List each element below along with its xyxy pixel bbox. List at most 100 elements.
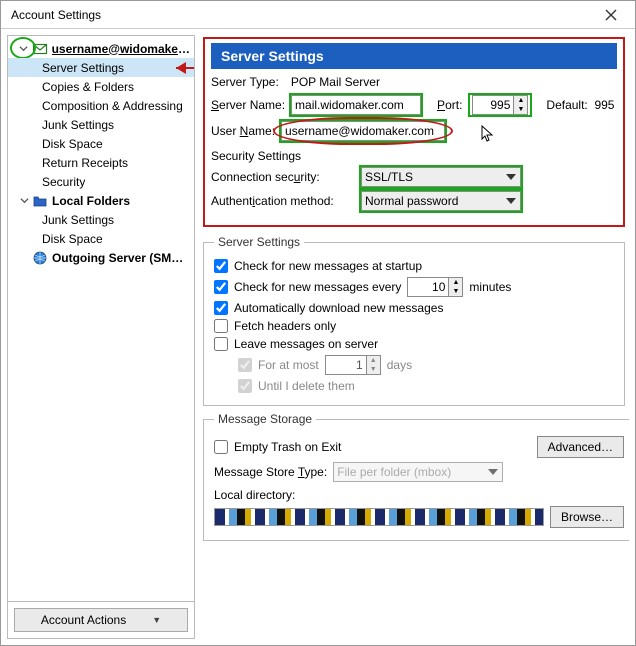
- cursor-icon: [481, 125, 495, 143]
- fetch-headers-row: Fetch headers only: [214, 319, 614, 333]
- until-delete-checkbox: [238, 379, 252, 393]
- chevron-down-icon[interactable]: [18, 196, 30, 205]
- server-type-row: Server Type: POP Mail Server: [211, 75, 617, 89]
- account-tree[interactable]: username@widomaker.... Server Settings C…: [8, 36, 194, 601]
- port-input[interactable]: [472, 95, 514, 115]
- for-at-most-spinner: ▲▼: [367, 355, 381, 375]
- message-storage-group: Message Storage Empty Trash on Exit Adva…: [203, 412, 629, 541]
- sidebar-item-composition[interactable]: Composition & Addressing: [8, 96, 194, 115]
- connection-security-label: Connection security:: [211, 170, 355, 184]
- check-every-suffix: minutes: [469, 280, 511, 294]
- local-dir-label: Local directory:: [214, 488, 624, 502]
- auth-method-select[interactable]: Normal password: [361, 191, 521, 211]
- port-spinner[interactable]: ▲▼: [514, 95, 528, 115]
- sidebar-item-security[interactable]: Security: [8, 172, 194, 191]
- spin-up-icon[interactable]: ▲: [449, 278, 462, 287]
- message-storage-legend: Message Storage: [214, 412, 316, 426]
- check-startup-label: Check for new messages at startup: [234, 259, 422, 273]
- user-name-input[interactable]: [281, 121, 445, 141]
- for-at-most-suffix: days: [387, 358, 412, 372]
- titlebar: Account Settings: [1, 1, 635, 29]
- dropdown-icon: ▼: [152, 615, 161, 625]
- port-highlight: ▲▼: [468, 93, 532, 117]
- sidebar-item-copies-folders[interactable]: Copies & Folders: [8, 77, 194, 96]
- empty-trash-checkbox[interactable]: [214, 440, 228, 454]
- until-delete-label: Until I delete them: [258, 379, 355, 393]
- settings-content: Server Settings Server Type: POP Mail Se…: [201, 35, 629, 639]
- annotation-arrow: [166, 60, 194, 76]
- for-at-most-checkbox: [238, 358, 252, 372]
- security-settings-heading: Security Settings: [211, 149, 617, 163]
- server-name-input[interactable]: [291, 95, 421, 115]
- account-name-label: username@widomaker....: [52, 42, 190, 56]
- globe-icon: [32, 250, 48, 266]
- auto-download-row: Automatically download new messages: [214, 301, 614, 315]
- spin-down-icon[interactable]: ▼: [449, 287, 462, 296]
- for-at-most-row: For at most ▲▼ days: [238, 355, 614, 375]
- account-tree-sidebar: username@widomaker.... Server Settings C…: [7, 35, 195, 639]
- server-type-value: POP Mail Server: [291, 75, 380, 89]
- check-every-input[interactable]: [407, 277, 449, 297]
- port-default-label: Default: 995: [546, 98, 614, 112]
- local-directory-input[interactable]: [214, 508, 544, 526]
- auth-method-label: Authentication method:: [211, 194, 355, 208]
- sidebar-item-return-receipts[interactable]: Return Receipts: [8, 153, 194, 172]
- advanced-button[interactable]: Advanced…: [537, 436, 624, 458]
- leave-on-server-checkbox[interactable]: [214, 337, 228, 351]
- check-startup-checkbox[interactable]: [214, 259, 228, 273]
- spin-up-icon[interactable]: ▲: [514, 96, 527, 105]
- check-every-checkbox[interactable]: [214, 280, 228, 294]
- store-type-select: File per folder (mbox): [333, 462, 503, 482]
- browse-button[interactable]: Browse…: [550, 506, 624, 528]
- spin-down-icon: ▼: [367, 365, 380, 374]
- chevron-down-icon[interactable]: [18, 44, 30, 53]
- store-type-row: Message Store Type: File per folder (mbo…: [214, 462, 624, 482]
- page-title: Server Settings: [211, 43, 617, 69]
- sidebar-item-lf-junk[interactable]: Junk Settings: [8, 210, 194, 229]
- leave-on-server-row: Leave messages on server: [214, 337, 614, 351]
- local-dir-row: Browse…: [214, 506, 624, 528]
- empty-trash-label: Empty Trash on Exit: [234, 440, 341, 454]
- connection-security-select[interactable]: SSL/TLS: [361, 167, 521, 187]
- auth-method-row: Authentication method: Normal password: [211, 191, 617, 211]
- check-every-row: Check for new messages every ▲▼ minutes: [214, 277, 614, 297]
- account-actions-bar: Account Actions ▼: [8, 601, 194, 638]
- empty-trash-row: Empty Trash on Exit Advanced…: [214, 436, 624, 458]
- sidebar-item-junk[interactable]: Junk Settings: [8, 115, 194, 134]
- server-settings-group: Server Settings Check for new messages a…: [203, 235, 625, 406]
- port-label: Port:: [437, 98, 462, 112]
- mail-account-icon: [32, 41, 48, 57]
- close-icon: [605, 9, 617, 21]
- account-settings-window: Account Settings username@widomaker.... …: [0, 0, 636, 646]
- account-actions-button[interactable]: Account Actions ▼: [14, 608, 188, 632]
- annotation-oval: [281, 121, 445, 141]
- for-at-most-label: For at most: [258, 358, 319, 372]
- tree-account-root[interactable]: username@widomaker....: [8, 39, 194, 58]
- check-every-label: Check for new messages every: [234, 280, 401, 294]
- server-settings-legend: Server Settings: [214, 235, 304, 249]
- check-startup-row: Check for new messages at startup: [214, 259, 614, 273]
- fetch-headers-label: Fetch headers only: [234, 319, 336, 333]
- close-button[interactable]: [591, 3, 631, 27]
- connection-security-row: Connection security: SSL/TLS: [211, 167, 617, 187]
- store-type-label: Message Store Type:: [214, 465, 327, 479]
- leave-on-server-label: Leave messages on server: [234, 337, 378, 351]
- fetch-headers-checkbox[interactable]: [214, 319, 228, 333]
- auto-download-checkbox[interactable]: [214, 301, 228, 315]
- account-actions-label: Account Actions: [41, 613, 126, 627]
- sidebar-item-lf-disk[interactable]: Disk Space: [8, 229, 194, 248]
- auto-download-label: Automatically download new messages: [234, 301, 443, 315]
- server-name-row: Server Name: Port: ▲▼ Default: 995: [211, 93, 617, 117]
- server-type-label: Server Type:: [211, 75, 279, 89]
- until-delete-row: Until I delete them: [238, 379, 614, 393]
- sidebar-item-server-settings[interactable]: Server Settings: [8, 58, 194, 77]
- for-at-most-input: [325, 355, 367, 375]
- check-every-spinner[interactable]: ▲▼: [449, 277, 463, 297]
- user-name-label: User Name:: [211, 124, 275, 138]
- server-name-label: Server Name:: [211, 98, 285, 112]
- spin-down-icon[interactable]: ▼: [514, 105, 527, 114]
- sidebar-item-disk-space[interactable]: Disk Space: [8, 134, 194, 153]
- tree-local-folders[interactable]: Local Folders: [8, 191, 194, 210]
- outgoing-label: Outgoing Server (SMTP): [52, 251, 190, 265]
- tree-outgoing-smtp[interactable]: Outgoing Server (SMTP): [8, 248, 194, 267]
